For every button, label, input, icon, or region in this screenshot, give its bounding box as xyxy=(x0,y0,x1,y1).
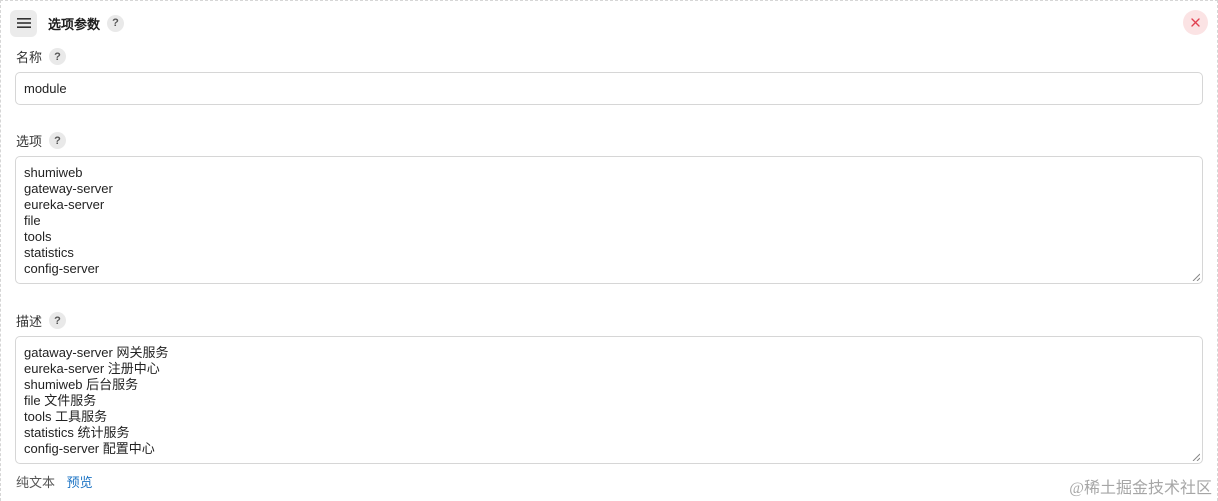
name-label: 名称 xyxy=(16,50,43,65)
plain-text-label: 纯文本 xyxy=(16,475,56,490)
name-input[interactable] xyxy=(15,72,1203,105)
hamburger-menu-icon[interactable] xyxy=(10,9,37,37)
close-icon[interactable] xyxy=(1183,10,1208,35)
resize-handle-icon[interactable] xyxy=(1192,273,1200,281)
name-help-icon[interactable]: ? xyxy=(49,48,67,65)
description-line: shumiweb 后台服务 xyxy=(24,377,139,392)
help-icon[interactable]: ? xyxy=(107,14,125,32)
description-line: tools 工具服务 xyxy=(24,409,108,424)
choice-line: gateway-server xyxy=(24,181,113,196)
choice-line: eureka-server xyxy=(24,197,105,212)
choices-label-row: 选项 ? xyxy=(16,131,67,150)
choice-line: statistics xyxy=(24,245,74,260)
choices-textarea[interactable]: shumiweb gateway-server eureka-server fi… xyxy=(15,156,1203,284)
description-line: eureka-server 注册中心 xyxy=(24,361,160,376)
description-textarea[interactable]: gataway-server 网关服务 eureka-server 注册中心 s… xyxy=(15,336,1203,464)
resize-handle-icon[interactable] xyxy=(1192,453,1200,461)
description-label-row: 描述 ? xyxy=(16,311,67,330)
choice-line: tools xyxy=(24,229,52,244)
choice-line: file xyxy=(24,213,41,228)
panel-title: 选项参数 xyxy=(48,16,101,32)
name-label-row: 名称 ? xyxy=(16,47,67,66)
choice-line: config-server xyxy=(24,261,100,276)
choices-help-icon[interactable]: ? xyxy=(49,132,67,149)
choice-line: shumiweb xyxy=(24,165,83,180)
description-line: statistics 统计服务 xyxy=(24,425,130,440)
description-help-icon[interactable]: ? xyxy=(49,312,67,329)
format-footer: 纯文本 预览 xyxy=(16,472,93,491)
panel-header: 选项参数 ? xyxy=(10,9,125,37)
description-line: file 文件服务 xyxy=(24,393,97,408)
choices-label: 选项 xyxy=(16,134,43,149)
watermark: @稀土掘金技术社区 xyxy=(1069,480,1212,497)
description-label: 描述 xyxy=(16,314,43,329)
description-line: config-server 配置中心 xyxy=(24,441,155,456)
preview-link[interactable]: 预览 xyxy=(67,475,93,490)
description-line: gataway-server 网关服务 xyxy=(24,345,169,360)
